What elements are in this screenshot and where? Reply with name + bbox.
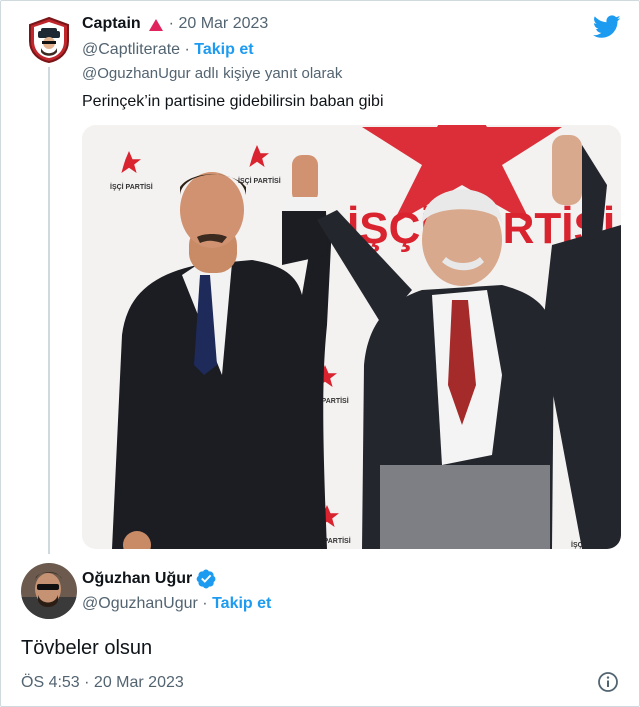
party-logo-text-1: İŞÇİ PARTİSİ [110, 183, 153, 191]
separator-dot: · [197, 595, 213, 612]
captain-avatar[interactable] [28, 16, 70, 64]
twitter-bird-icon[interactable] [592, 15, 621, 39]
verified-badge-icon [196, 569, 216, 589]
info-icon[interactable] [597, 671, 619, 693]
replying-to-text[interactable]: @OguzhanUgur adlı kişiye yanıt olarak [82, 65, 342, 82]
tweet-photo[interactable]: İŞÇİ PARTİSİ İŞÇİ PARTİSİ İŞÇİ PARTİSİ İ… [82, 125, 621, 549]
main-author-row: Oğuzhan Uğur [82, 569, 216, 589]
main-handle[interactable]: @OguzhanUgur [82, 595, 198, 612]
reply-author-name[interactable]: Captain [82, 15, 141, 33]
separator-dot: · [180, 41, 195, 58]
reply-handle-row: @Captliterate · Takip et [82, 41, 254, 59]
reply-handle[interactable]: @Captliterate [82, 41, 180, 58]
main-handle-row: @OguzhanUgur · Takip et [82, 595, 271, 613]
reply-header: Captain · 20 Mar 2023 [82, 15, 268, 33]
main-tweet-text: Tövbeler olsun [21, 637, 153, 659]
reply-tweet-text: Perinçek’in partisine gidebilirsin baban… [82, 93, 384, 110]
oguzhan-avatar[interactable] [21, 563, 77, 619]
tweet-embed-card: Captain · 20 Mar 2023 @Captliterate · Ta… [0, 0, 640, 707]
red-triangle-icon [148, 18, 163, 31]
tweet-timestamp[interactable]: ÖS 4:53 · 20 Mar 2023 [21, 674, 184, 692]
thread-connector-line [48, 67, 50, 554]
main-follow-button[interactable]: Takip et [212, 595, 271, 612]
follow-button[interactable]: Takip et [194, 41, 253, 58]
main-author-name[interactable]: Oğuzhan Uğur [82, 570, 192, 588]
party-logo-text-2: İŞÇİ PARTİSİ [238, 177, 281, 185]
reply-date[interactable]: · 20 Mar 2023 [169, 15, 269, 33]
